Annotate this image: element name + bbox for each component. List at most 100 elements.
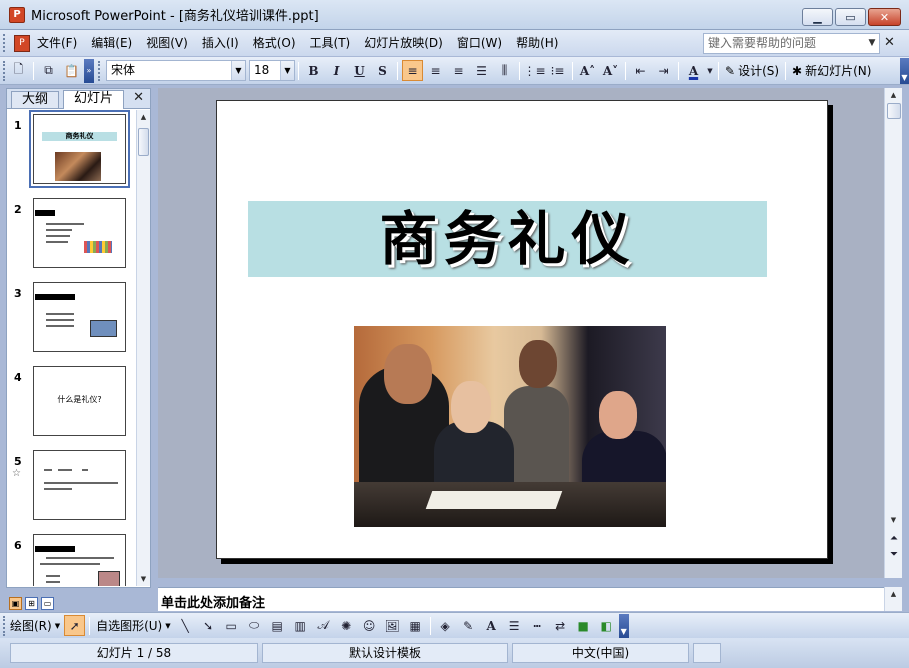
decrease-font-button[interactable]: A˅ bbox=[600, 60, 621, 81]
align-right-button[interactable]: ≡ bbox=[448, 60, 469, 81]
select-objects-button[interactable]: ➚ bbox=[64, 615, 86, 636]
textbox-button[interactable]: ▤ bbox=[267, 615, 288, 636]
design-button[interactable]: ✎ 设计(S) bbox=[722, 60, 782, 81]
document-icon[interactable]: P bbox=[14, 34, 30, 52]
menu-format[interactable]: 格式(O) bbox=[246, 33, 303, 53]
line-color-button[interactable]: ✎ bbox=[458, 615, 479, 636]
slide-thumbnail-3[interactable] bbox=[33, 282, 126, 352]
scrollbar-thumb[interactable] bbox=[138, 128, 149, 156]
slide-thumbnail-2[interactable] bbox=[33, 198, 126, 268]
slide-sorter-button[interactable]: ⊞ bbox=[25, 596, 38, 610]
copy-button[interactable]: ⧉ bbox=[38, 60, 59, 81]
design-template-status[interactable]: 默认设计模板 bbox=[262, 643, 508, 663]
diagram-button[interactable]: ✺ bbox=[336, 615, 357, 636]
wordart-button[interactable]: 𝒜 bbox=[313, 615, 334, 636]
current-slide[interactable]: 商务礼仪 bbox=[216, 100, 828, 559]
increase-indent-button[interactable]: ⇥ bbox=[653, 60, 674, 81]
numbering-button[interactable]: ⋮≡ bbox=[523, 60, 545, 81]
chevron-down-icon[interactable]: ▼ bbox=[865, 34, 879, 53]
animation-star-icon[interactable]: ☆ bbox=[12, 468, 21, 479]
font-color-dropdown[interactable]: ▼ bbox=[706, 60, 714, 81]
increase-font-button[interactable]: A˄ bbox=[577, 60, 598, 81]
slide-thumbnail-4[interactable]: 什么是礼仪? bbox=[33, 366, 126, 436]
toolbar-options-button[interactable]: ▼ bbox=[618, 613, 629, 638]
font-size-select[interactable]: 18 ▼ bbox=[249, 60, 295, 81]
insert-image-button[interactable]: ▦ bbox=[405, 615, 426, 636]
menu-slideshow[interactable]: 幻灯片放映(D) bbox=[357, 33, 450, 53]
chevron-down-icon[interactable]: ▼ bbox=[231, 61, 245, 80]
bullets-button[interactable]: ⁝≡ bbox=[547, 60, 568, 81]
menu-view[interactable]: 视图(V) bbox=[139, 33, 195, 53]
minimize-button[interactable]: ▁ bbox=[802, 8, 833, 26]
line-style-button[interactable]: ☰ bbox=[504, 615, 525, 636]
close-button[interactable]: ✕ bbox=[868, 8, 901, 26]
font-color-button[interactable]: A bbox=[683, 60, 704, 81]
clipart-button[interactable]: ☺ bbox=[359, 615, 380, 636]
justify-button[interactable]: ☰ bbox=[471, 60, 492, 81]
vertical-textbox-button[interactable]: ▥ bbox=[290, 615, 311, 636]
notes-pane[interactable]: 单击此处添加备注 bbox=[158, 587, 884, 611]
close-document-button[interactable]: ✕ bbox=[884, 35, 895, 50]
scroll-up-icon[interactable]: ▲ bbox=[137, 110, 150, 124]
business-meeting-photo[interactable] bbox=[354, 326, 666, 527]
fill-color-button[interactable]: ◈ bbox=[435, 615, 456, 636]
bold-button[interactable]: B bbox=[303, 60, 324, 81]
3d-style-button[interactable]: ◧ bbox=[596, 615, 617, 636]
menu-window[interactable]: 窗口(W) bbox=[450, 33, 509, 53]
scroll-down-icon[interactable]: ▼ bbox=[885, 513, 902, 527]
maximize-button[interactable]: ▭ bbox=[835, 8, 866, 26]
tab-outline[interactable]: 大纲 bbox=[11, 91, 60, 108]
line-button[interactable]: ╲ bbox=[175, 615, 196, 636]
rectangle-button[interactable]: ▭ bbox=[221, 615, 242, 636]
help-question-input[interactable]: 键入需要帮助的问题 ▼ bbox=[703, 33, 880, 54]
toolbar-grip[interactable] bbox=[3, 60, 7, 81]
menu-grip[interactable] bbox=[3, 34, 8, 52]
insert-picture-button[interactable]: 🖼 bbox=[382, 615, 403, 636]
dash-style-button[interactable]: ┅ bbox=[527, 615, 548, 636]
menu-edit[interactable]: 编辑(E) bbox=[84, 33, 139, 53]
menu-help[interactable]: 帮助(H) bbox=[509, 33, 565, 53]
font-color-draw-button[interactable]: A bbox=[481, 615, 502, 636]
draw-menu-button[interactable]: 绘图(R) ▼ bbox=[7, 615, 63, 636]
slide-scrollbar[interactable]: ▲ ▼ ⏶ ⏷ bbox=[884, 88, 902, 578]
slide-thumbnail-1[interactable]: 商务礼仪 bbox=[29, 110, 130, 188]
shadow-button[interactable]: S bbox=[372, 60, 393, 81]
notes-scrollbar[interactable]: ▲ bbox=[884, 587, 902, 611]
tab-slides[interactable]: 幻灯片 bbox=[63, 90, 125, 109]
align-center-button[interactable]: ≡ bbox=[425, 60, 446, 81]
oval-button[interactable]: ⬭ bbox=[244, 615, 265, 636]
scrollbar-thumb[interactable] bbox=[887, 103, 901, 119]
font-name-select[interactable]: 宋体 ▼ bbox=[106, 60, 246, 81]
underline-button[interactable]: U bbox=[349, 60, 370, 81]
new-file-button[interactable]: 🗋 bbox=[8, 60, 29, 81]
toolbar-options-button[interactable]: ▼ bbox=[900, 57, 909, 84]
new-slide-button[interactable]: ✱ 新幻灯片(N) bbox=[789, 60, 874, 81]
menu-file[interactable]: 文件(F) bbox=[30, 33, 84, 53]
menu-tools[interactable]: 工具(T) bbox=[303, 33, 358, 53]
toolbar-options-button[interactable]: » bbox=[84, 58, 94, 83]
thumbnails-scrollbar[interactable]: ▲ ▼ bbox=[136, 110, 150, 586]
previous-slide-icon[interactable]: ⏶ bbox=[887, 532, 901, 546]
decrease-indent-button[interactable]: ⇤ bbox=[630, 60, 651, 81]
scroll-down-icon[interactable]: ▼ bbox=[137, 572, 150, 586]
menu-insert[interactable]: 插入(I) bbox=[195, 33, 246, 53]
arrow-style-button[interactable]: ⇄ bbox=[550, 615, 571, 636]
arrow-button[interactable]: ➘ bbox=[198, 615, 219, 636]
slide-title[interactable]: 商务礼仪 bbox=[248, 201, 767, 277]
panel-close-button[interactable]: ✕ bbox=[133, 90, 144, 105]
scroll-up-icon[interactable]: ▲ bbox=[885, 587, 902, 601]
title-placeholder[interactable]: 商务礼仪 bbox=[248, 201, 767, 277]
autoshapes-button[interactable]: 自选图形(U) ▼ bbox=[93, 615, 174, 636]
next-slide-icon[interactable]: ⏷ bbox=[887, 548, 901, 562]
slide-thumbnail-6[interactable] bbox=[33, 534, 126, 586]
chevron-down-icon[interactable]: ▼ bbox=[280, 61, 294, 80]
paste-button[interactable]: 📋 bbox=[61, 60, 82, 81]
toolbar-grip[interactable] bbox=[98, 60, 102, 81]
slideshow-button[interactable]: ▭ bbox=[41, 596, 54, 610]
powerpoint-app-icon[interactable]: P bbox=[9, 6, 25, 23]
distributed-button[interactable]: ⫼ bbox=[494, 60, 515, 81]
italic-button[interactable]: I bbox=[326, 60, 347, 81]
align-left-button[interactable]: ≡ bbox=[402, 60, 423, 81]
slide-thumbnail-5[interactable] bbox=[33, 450, 126, 520]
shadow-style-button[interactable]: ■ bbox=[573, 615, 594, 636]
